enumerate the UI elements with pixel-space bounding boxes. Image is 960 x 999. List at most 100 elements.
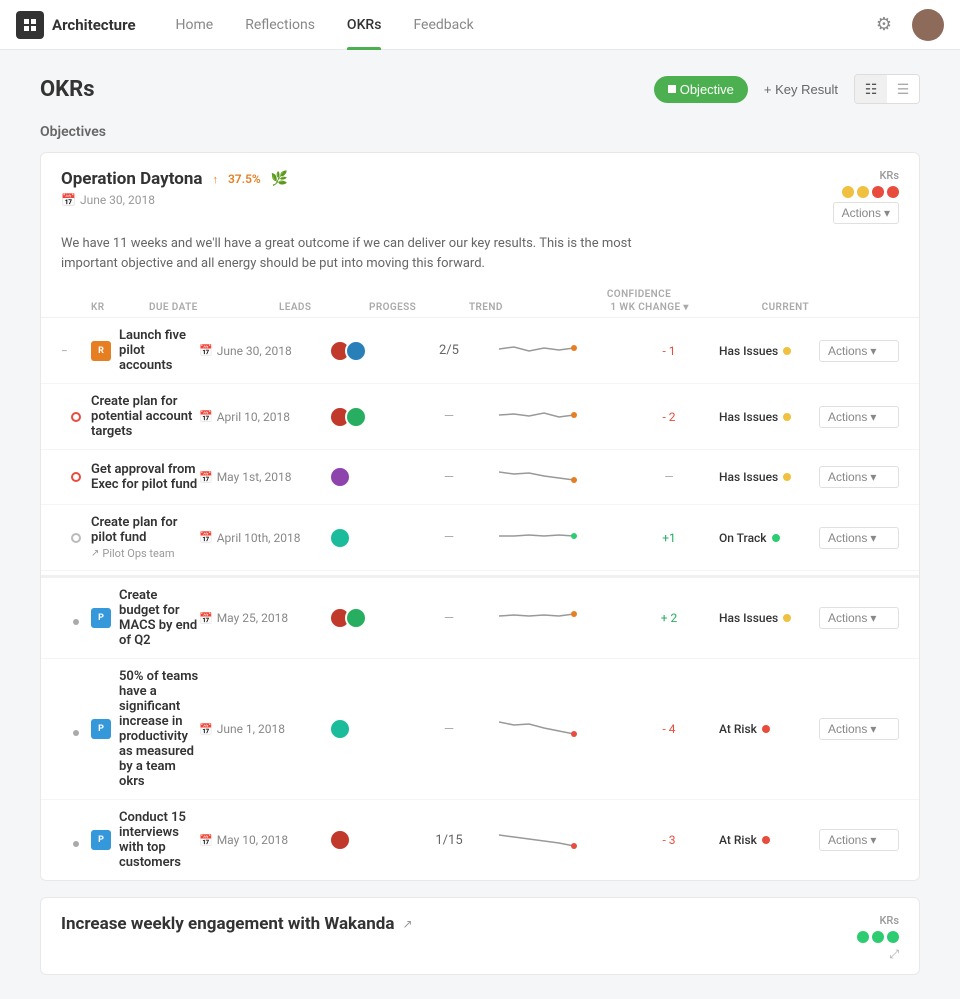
- header-actions: ⚙: [868, 9, 944, 41]
- kr-4-actions[interactable]: Actions ▾: [819, 527, 899, 549]
- page-actions: Objective + Key Result ☷ ☰: [654, 74, 920, 104]
- logo-svg: [22, 17, 38, 33]
- kr-row-6: P 50% of teams have a significant increa…: [41, 659, 919, 800]
- kr-4-bullet-wrap: [61, 533, 91, 543]
- objective-1-progress: 37.5%: [228, 172, 261, 186]
- kr-3-status-text: Has Issues: [719, 470, 778, 484]
- kr-7-actions[interactable]: Actions ▾: [819, 829, 899, 851]
- col-progress: PROGESS: [369, 302, 469, 313]
- list-view-button[interactable]: ☰: [887, 75, 919, 103]
- nav-reflections[interactable]: Reflections: [229, 0, 331, 50]
- kr-4-leads: [329, 527, 399, 549]
- objective-2-title-wrap: Increase weekly engagement with Wakanda …: [61, 914, 413, 934]
- kr-6-date: 📅 June 1, 2018: [199, 722, 329, 736]
- cal-icon-r1: 📅: [199, 344, 213, 357]
- kr-7-status-dot: [762, 836, 770, 844]
- kr-6-name-cell: P 50% of teams have a significant increa…: [91, 669, 199, 789]
- trend-svg-6: [499, 712, 579, 742]
- objective-1-title: Operation Daytona: [61, 169, 202, 189]
- trend-svg-4: [499, 521, 579, 551]
- lead-av-5b: [345, 607, 367, 629]
- kr-3-trend: [499, 460, 619, 494]
- calendar-icon-1: 📅: [61, 193, 76, 207]
- kr-row-3: Get approval from Exec for pilot fund 📅 …: [41, 450, 919, 505]
- kr-2-status: Has Issues: [719, 410, 819, 424]
- kr-3-change: —: [619, 470, 719, 484]
- kr-5-progress: —: [399, 611, 499, 626]
- kr-6-status-dot: [762, 725, 770, 733]
- kr-2-change: - 2: [619, 410, 719, 424]
- kr-4-trend: [499, 521, 619, 555]
- kr-1-change: - 1: [619, 344, 719, 358]
- nav-feedback[interactable]: Feedback: [397, 0, 489, 50]
- kr-6-leads: [329, 718, 399, 740]
- kr-5-icon: P: [91, 608, 111, 628]
- cal-icon-r7: 📅: [199, 834, 213, 847]
- progress-icon: ↑: [212, 173, 218, 186]
- objective-1-header: Operation Daytona ↑ 37.5% 🌿 📅 June 30, 2…: [41, 153, 919, 285]
- kr-4-name-cell: Create plan for pilot fund ↗ Pilot Ops t…: [91, 515, 199, 560]
- confidence-group: CONFIDENCE TREND 1 WK CHANGE ▾ CURRENT: [469, 289, 809, 313]
- kr-4-change: +1: [619, 531, 719, 545]
- objective-1-actions[interactable]: Actions ▾: [833, 202, 899, 224]
- main-content: OKRs Objective + Key Result ☷ ☰ Objectiv…: [0, 50, 960, 999]
- add-key-result-button[interactable]: + Key Result: [756, 76, 846, 103]
- kr-6-actions[interactable]: Actions ▾: [819, 718, 899, 740]
- lead-av-1b: [345, 340, 367, 362]
- objective-1-right: KRs Actions ▾: [833, 169, 899, 224]
- kr-3-actions[interactable]: Actions ▾: [819, 466, 899, 488]
- grid-view-button[interactable]: ☷: [855, 75, 887, 103]
- kr-2-progress: —: [399, 409, 499, 424]
- kr-row-4: Create plan for pilot fund ↗ Pilot Ops t…: [41, 505, 919, 571]
- kr-1-leads: [329, 340, 399, 362]
- krs-label-1: KRs: [879, 169, 899, 182]
- kr-4-bullet: [71, 533, 81, 543]
- kr-2-status-text: Has Issues: [719, 410, 778, 424]
- dot-2-3: [887, 931, 899, 943]
- col-leads: LEADS: [279, 302, 369, 313]
- kr-7-name: Conduct 15 interviews with top customers: [119, 810, 199, 870]
- lead-av-2b: [345, 406, 367, 428]
- settings-icon[interactable]: ⚙: [868, 9, 900, 41]
- cal-icon-r4: 📅: [199, 531, 213, 544]
- objective-2-header: Increase weekly engagement with Wakanda …: [41, 898, 919, 974]
- kr-7-trend: [499, 823, 619, 857]
- dot-4: [887, 186, 899, 198]
- dot-2-1: [857, 931, 869, 943]
- kr-7-bullet-wrap: [61, 833, 91, 847]
- kr-5-actions[interactable]: Actions ▾: [819, 607, 899, 629]
- add-objective-button[interactable]: Objective: [654, 76, 748, 103]
- logo[interactable]: Architecture: [16, 11, 136, 39]
- kr-1-date: 📅 June 30, 2018: [199, 344, 329, 358]
- cal-icon-r5: 📅: [199, 612, 213, 625]
- kr-1-trend: [499, 334, 619, 368]
- kr-4-name: Create plan for pilot fund: [91, 515, 199, 545]
- nav-home[interactable]: Home: [160, 0, 230, 50]
- kr-7-name-cell: P Conduct 15 interviews with top custome…: [91, 810, 199, 870]
- kr-4-progress: —: [399, 530, 499, 545]
- kr-7-progress: 1/15: [399, 833, 499, 848]
- logo-text: Architecture: [52, 16, 136, 34]
- link-icon-obj2: ↗: [402, 917, 412, 931]
- cal-icon-r2: 📅: [199, 410, 213, 423]
- user-avatar[interactable]: [912, 9, 944, 41]
- kr-6-dot: [73, 730, 79, 736]
- confidence-label: CONFIDENCE: [607, 289, 671, 300]
- kr-1-status-text: Has Issues: [719, 344, 778, 358]
- kr-6-icon: P: [91, 719, 111, 739]
- objective-2-title: Increase weekly engagement with Wakanda: [61, 914, 394, 934]
- kr-3-name-cell: Get approval from Exec for pilot fund: [91, 462, 199, 492]
- dot-2: [857, 186, 869, 198]
- kr-2-date: 📅 April 10, 2018: [199, 410, 329, 424]
- kr-1-actions[interactable]: Actions ▾: [819, 340, 899, 362]
- collapse-toggle-1[interactable]: −: [61, 344, 91, 358]
- objective-1-left: Operation Daytona ↑ 37.5% 🌿 📅 June 30, 2…: [61, 169, 288, 207]
- kr-2-actions[interactable]: Actions ▾: [819, 406, 899, 428]
- kr-5-bullet-wrap: [61, 611, 91, 625]
- krs-dots-2: [857, 931, 899, 943]
- section-title: Objectives: [40, 124, 920, 140]
- objective-1-date: 📅 June 30, 2018: [61, 193, 288, 207]
- kr-1-status: Has Issues: [719, 344, 819, 358]
- nav-okrs[interactable]: OKRs: [331, 0, 398, 50]
- objective-2-collapse[interactable]: ⤢: [889, 947, 899, 962]
